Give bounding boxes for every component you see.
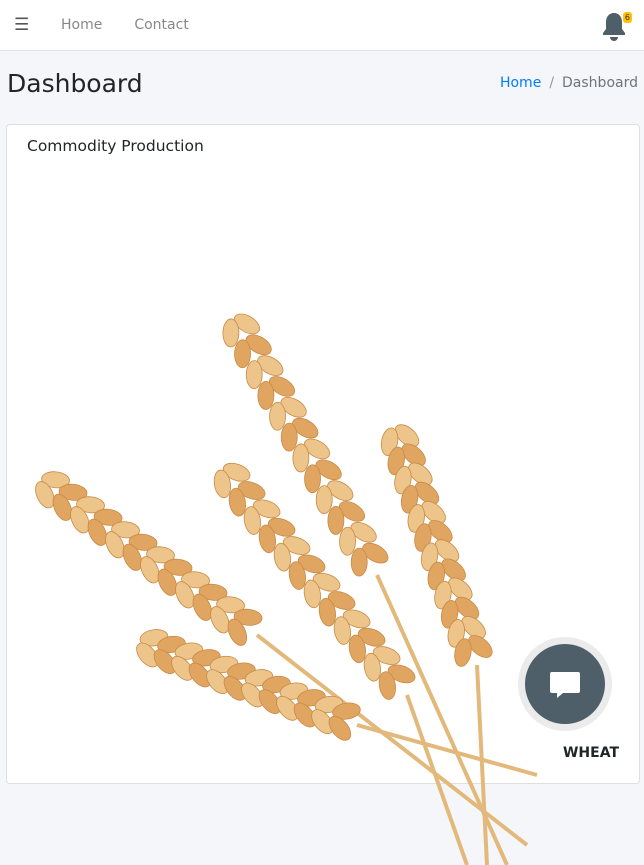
breadcrumb-current: Dashboard xyxy=(562,75,638,91)
notifications-button[interactable]: 6 xyxy=(598,10,632,44)
menu-icon[interactable]: ☰ xyxy=(14,15,30,35)
top-navbar: ☰ Home Contact 6 xyxy=(0,0,644,51)
breadcrumb-home-link[interactable]: Home xyxy=(500,75,541,91)
chat-button[interactable] xyxy=(525,644,605,724)
notification-badge: 6 xyxy=(622,12,632,23)
nav-contact-link[interactable]: Contact xyxy=(134,17,188,33)
breadcrumb: Home / Dashboard xyxy=(499,75,638,91)
wheat-image xyxy=(35,313,538,865)
page-title: Dashboard xyxy=(7,68,143,98)
nav-home-link[interactable]: Home xyxy=(61,17,102,33)
card-title: Commodity Production xyxy=(27,137,204,155)
commodity-label: WHEAT xyxy=(562,745,619,761)
chat-icon xyxy=(550,672,580,698)
